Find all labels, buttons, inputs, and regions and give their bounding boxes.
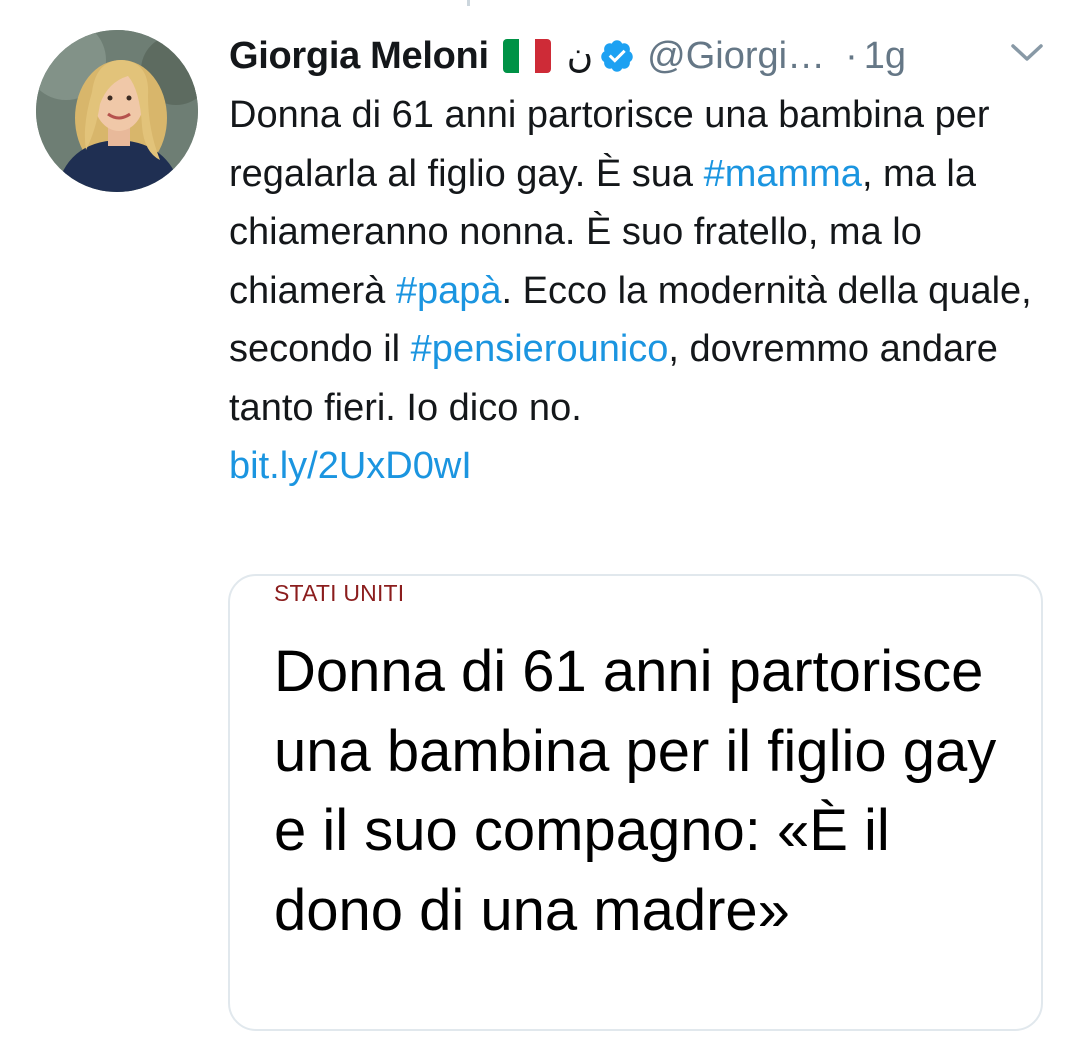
link-preview-card[interactable]: STATI UNITI Donna di 61 anni partorisce … xyxy=(228,574,1043,1031)
tweet-time[interactable]: 1g xyxy=(864,35,906,78)
verified-badge-icon xyxy=(601,40,633,72)
avatar-image xyxy=(36,30,198,192)
hashtag-mamma[interactable]: #mamma xyxy=(704,153,862,195)
tweet[interactable]: Giorgia Meloni ن @Giorgi… · 1g Donna di … xyxy=(0,0,1080,1050)
tweet-header: Giorgia Meloni ن @Giorgi… · 1g xyxy=(229,28,1049,84)
author-handle[interactable]: @Giorgi… xyxy=(647,35,825,78)
thread-line xyxy=(467,0,470,6)
tweet-text: Donna di 61 anni partorisce una bambina … xyxy=(229,86,1049,496)
card-headline: Donna di 61 anni partorisce una bambina … xyxy=(274,639,997,943)
separator-dot: · xyxy=(845,34,858,77)
italy-flag-icon xyxy=(502,39,551,73)
tweet-content: Giorgia Meloni ن @Giorgi… · 1g Donna di … xyxy=(229,28,1049,496)
arabic-letter: ن xyxy=(566,35,594,76)
avatar[interactable] xyxy=(36,30,198,192)
hashtag-papa[interactable]: #papà xyxy=(396,270,502,312)
card-category: STATI UNITI xyxy=(274,580,405,606)
hashtag-pensierounico[interactable]: #pensierounico xyxy=(411,328,669,370)
tweet-link[interactable]: bit.ly/2UxD0wI xyxy=(229,445,472,487)
chevron-down-icon[interactable] xyxy=(1010,42,1044,64)
author-name[interactable]: Giorgia Meloni xyxy=(229,35,489,78)
